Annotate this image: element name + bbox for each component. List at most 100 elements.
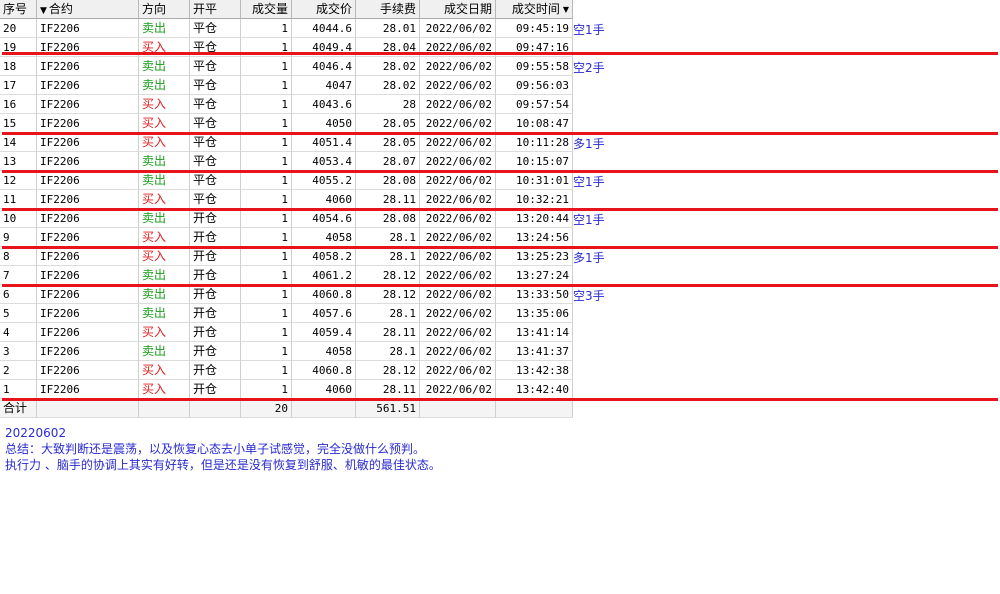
cell-qty: 1 [241,114,292,133]
cell-openclose: 开仓 [190,247,241,266]
cell-contract: IF2206 [37,76,139,95]
cell-price: 4043.6 [292,95,356,114]
cell-contract: IF2206 [37,285,139,304]
cell-openclose: 开仓 [190,266,241,285]
table-row[interactable]: 16 IF2206 买入 平仓 1 4043.6 28 2022/06/02 09:57:54 [0,95,1000,114]
cell-date: 2022/06/02 [420,76,496,95]
cell-contract: IF2206 [37,323,139,342]
table-row[interactable]: 8 IF2206 买入 开仓 1 4058.2 28.1 2022/06/02 13:25:23… [0,247,1000,266]
cell-direction: 卖出 [139,285,190,304]
cell-price: 4053.4 [292,152,356,171]
table-row[interactable]: 13 IF2206 卖出 平仓 1 4053.4 28.07 2022/06/02 10:15:… [0,152,1000,171]
table-row[interactable]: 11 IF2206 买入 平仓 1 4060 28.11 2022/06/02 10:32:21 [0,190,1000,209]
cell-direction: 买入 [139,247,190,266]
cell-direction: 买入 [139,133,190,152]
cell-seq: 11 [0,190,37,209]
cell-fee: 28.12 [356,266,420,285]
table-row[interactable]: 12 IF2206 卖出 平仓 1 4055.2 28.08 2022/06/02 10:31:… [0,171,1000,190]
cell-direction: 卖出 [139,342,190,361]
cell-price: 4047 [292,76,356,95]
funnel-icon[interactable]: ▼ [40,2,47,18]
cell-seq: 15 [0,114,37,133]
cell-fee: 28.12 [356,361,420,380]
cell-price: 4057.6 [292,304,356,323]
cell-direction: 卖出 [139,152,190,171]
cell-openclose: 平仓 [190,152,241,171]
table-row[interactable]: 1 IF2206 买入 开仓 1 4060 28.11 2022/06/02 13:42:40 [0,380,1000,399]
header-fee[interactable]: 手续费 [356,0,420,19]
cell-price: 4060.8 [292,361,356,380]
cell-contract: IF2206 [37,95,139,114]
totals-row: 合计 20 561.51 [0,399,1000,418]
cell-price: 4060 [292,380,356,399]
summary-line-2: 执行力 、脑手的协调上其实有好转，但是还是没有恢复到舒服、机敏的最佳状态。 [5,458,441,472]
cell-qty: 1 [241,133,292,152]
table-row[interactable]: 20 IF2206 卖出 平仓 1 4044.6 28.01 2022/06/02 09:45:… [0,19,1000,38]
cell-date: 2022/06/02 [420,19,496,38]
header-contract[interactable]: ▼ 合约 [37,0,139,19]
row-annotation: 多1手 [573,251,605,265]
cell-date: 2022/06/02 [420,228,496,247]
cell-fee: 28.07 [356,152,420,171]
cell-contract: IF2206 [37,304,139,323]
cell-date: 2022/06/02 [420,133,496,152]
sort-down-icon[interactable]: ▼ [563,0,569,18]
cell-direction: 卖出 [139,19,190,38]
table-row[interactable]: 17 IF2206 卖出 平仓 1 4047 28.02 2022/06/02 09:56:03 [0,76,1000,95]
cell-openclose: 开仓 [190,285,241,304]
cell-qty: 1 [241,361,292,380]
cell-openclose: 开仓 [190,209,241,228]
table-row[interactable]: 18 IF2206 卖出 平仓 1 4046.4 28.02 2022/06/02 09:55:… [0,57,1000,76]
cell-contract: IF2206 [37,152,139,171]
cell-direction: 买入 [139,95,190,114]
table-row[interactable]: 14 IF2206 买入 平仓 1 4051.4 28.05 2022/06/02 10:11:… [0,133,1000,152]
cell-seq: 16 [0,95,37,114]
cell-time: 13:20:44 [496,209,573,228]
cell-date: 2022/06/02 [420,304,496,323]
cell-price: 4055.2 [292,171,356,190]
header-qty[interactable]: 成交量 [241,0,292,19]
totals-blank6 [496,399,573,418]
cell-fee: 28.1 [356,304,420,323]
red-divider-line [2,246,998,249]
cell-seq: 10 [0,209,37,228]
table-row[interactable]: 7 IF2206 卖出 开仓 1 4061.2 28.12 2022/06/02 13:27:2… [0,266,1000,285]
row-annotation: 空1手 [573,23,605,37]
cell-fee: 28.12 [356,285,420,304]
row-annotation: 空3手 [573,289,605,303]
table-row[interactable]: 10 IF2206 卖出 开仓 1 4054.6 28.08 2022/06/02 13:20:… [0,209,1000,228]
cell-qty: 1 [241,342,292,361]
cell-price: 4046.4 [292,57,356,76]
cell-seq: 6 [0,285,37,304]
cell-fee: 28.11 [356,190,420,209]
header-date[interactable]: 成交日期 [420,0,496,19]
table-row[interactable]: 4 IF2206 买入 开仓 1 4059.4 28.11 2022/06/02 13:41:1… [0,323,1000,342]
table-row[interactable]: 9 IF2206 买入 开仓 1 4058 28.1 2022/06/02 13:24:56 [0,228,1000,247]
table-row[interactable]: 6 IF2206 卖出 开仓 1 4060.8 28.12 2022/06/02 13:33:5… [0,285,1000,304]
header-time[interactable]: 成交时间 ▼ [496,0,573,19]
cell-seq: 2 [0,361,37,380]
cell-fee: 28.1 [356,247,420,266]
header-openclose[interactable]: 开平 [190,0,241,19]
table-row[interactable]: 15 IF2206 买入 平仓 1 4050 28.05 2022/06/02 10:08:47 [0,114,1000,133]
cell-fee: 28 [356,95,420,114]
table-row[interactable]: 5 IF2206 卖出 开仓 1 4057.6 28.1 2022/06/02 13:35:06 [0,304,1000,323]
summary-date: 20220602 [5,426,67,440]
cell-fee: 28.05 [356,114,420,133]
table-row[interactable]: 2 IF2206 买入 开仓 1 4060.8 28.12 2022/06/02 13:42:3… [0,361,1000,380]
cell-contract: IF2206 [37,247,139,266]
header-direction[interactable]: 方向 [139,0,190,19]
cell-qty: 1 [241,304,292,323]
cell-qty: 1 [241,380,292,399]
cell-direction: 买入 [139,114,190,133]
cell-time: 10:08:47 [496,114,573,133]
cell-fee: 28.11 [356,380,420,399]
header-seq[interactable]: 序号 [0,0,37,19]
table-row[interactable]: 3 IF2206 卖出 开仓 1 4058 28.1 2022/06/02 13:41:37 [0,342,1000,361]
totals-blank1 [37,399,139,418]
header-price[interactable]: 成交价 [292,0,356,19]
cell-time: 13:35:06 [496,304,573,323]
cell-seq: 14 [0,133,37,152]
table-header: 序号 ▼ 合约 方向 开平 成交量 成交价 手续费 成交日期 成交时间 ▼ [0,0,1000,19]
cell-fee: 28.08 [356,209,420,228]
